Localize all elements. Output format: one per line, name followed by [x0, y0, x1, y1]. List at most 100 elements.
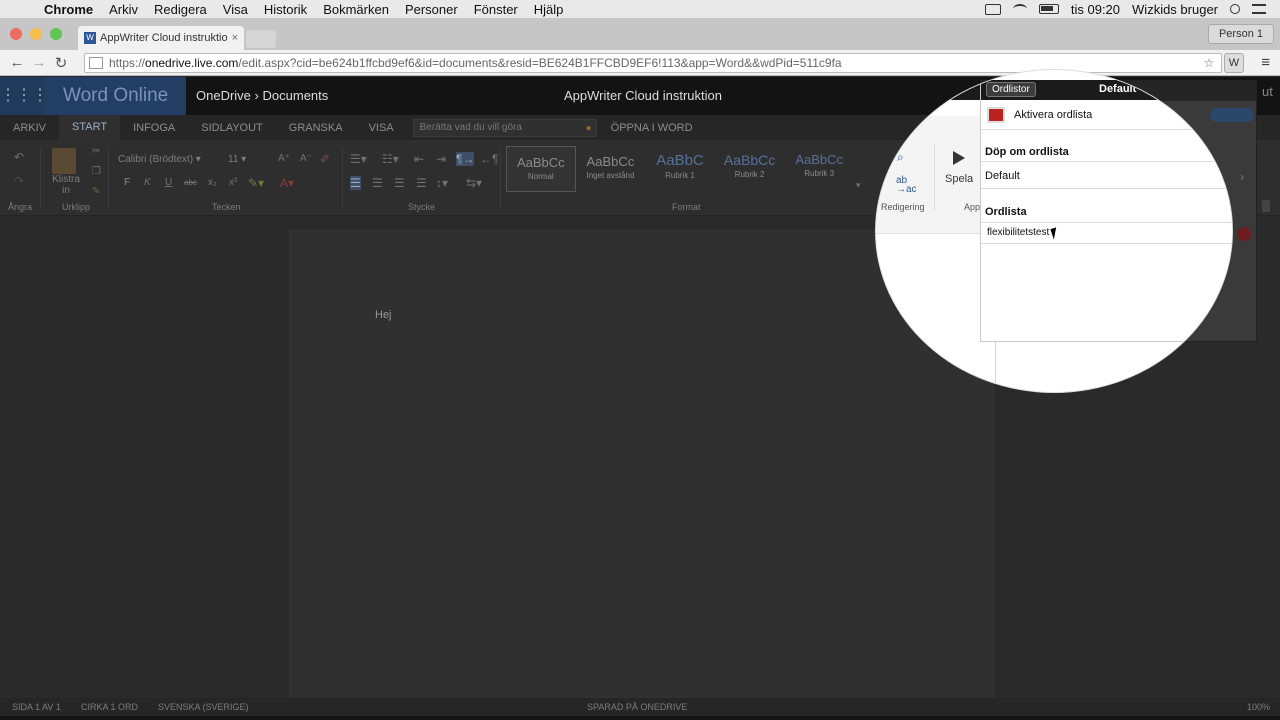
open-in-word-button[interactable]: ÖPPNA I WORD	[603, 122, 701, 134]
tab-start[interactable]: START	[59, 115, 121, 140]
cut-icon[interactable]: ✂	[92, 146, 100, 157]
superscript-button[interactable]: x²	[229, 177, 237, 188]
italic-button[interactable]: K	[144, 177, 151, 188]
rtl-icon[interactable]: ←¶	[480, 152, 498, 166]
maximize-window-icon[interactable]	[50, 28, 62, 40]
document-text[interactable]: Hej	[375, 309, 392, 321]
status-page: SIDA 1 AV 1	[12, 702, 61, 712]
menu-fonster[interactable]: Fönster	[466, 2, 526, 17]
tab-sidlayout[interactable]: SIDLAYOUT	[188, 122, 276, 134]
font-size-dropdown[interactable]: 11 ▾	[228, 153, 268, 169]
justify-icon[interactable]: ☰	[416, 176, 427, 190]
menu-app-chrome[interactable]: Chrome	[36, 2, 101, 17]
battery-icon[interactable]	[1038, 4, 1059, 14]
spotlight-search-icon[interactable]	[1230, 4, 1240, 14]
decrease-indent-icon[interactable]: ⇤	[414, 152, 424, 166]
tab-infoga[interactable]: INFOGA	[120, 122, 188, 134]
line-spacing-icon[interactable]: ↕▾	[436, 176, 448, 190]
subscript-button[interactable]: x₂	[208, 177, 217, 188]
style-no-spacing[interactable]: AaBbCc Inget avstånd	[576, 146, 646, 192]
word-list-item[interactable]: flexibilitetstest	[987, 227, 1049, 238]
breadcrumb-documents[interactable]: Documents	[263, 88, 329, 103]
paragraph-spacing-icon[interactable]: ⇆▾	[466, 176, 482, 190]
dictionaries-back-button[interactable]: Ordlistor	[986, 82, 1036, 97]
underlay-edge: ut	[1262, 84, 1273, 99]
word-online-brand[interactable]: Word Online	[44, 77, 186, 115]
font-name-dropdown[interactable]: Calibri (Brödtext) ▾	[118, 153, 222, 169]
redo-icon[interactable]: ↷	[14, 174, 24, 188]
paste-label[interactable]: Klistra in	[48, 174, 84, 196]
increase-indent-icon[interactable]: ⇥	[436, 152, 446, 166]
close-tab-icon[interactable]: ×	[232, 32, 238, 44]
style-heading-2[interactable]: AaBbCc Rubrik 2	[715, 146, 785, 192]
back-arrow-icon[interactable]: ←	[6, 54, 28, 71]
tab-arkiv[interactable]: ARKIV	[0, 122, 59, 134]
browser-tab[interactable]: W AppWriter Cloud instruktio ×	[78, 26, 244, 50]
menu-hjalp[interactable]: Hjälp	[526, 2, 572, 17]
app-launcher-icon[interactable]: ⋮⋮⋮	[0, 77, 48, 115]
tab-granska[interactable]: GRANSKA	[276, 122, 356, 134]
menu-bokmarken[interactable]: Bokmärken	[315, 2, 397, 17]
menu-personer[interactable]: Personer	[397, 2, 466, 17]
bookmark-star-icon[interactable]: ☆	[1197, 56, 1221, 70]
document-title[interactable]: AppWriter Cloud instruktion	[564, 88, 722, 103]
replace-icon[interactable]: ab →ac	[896, 176, 917, 195]
numbering-icon[interactable]: ☷▾	[382, 152, 399, 166]
tab-visa[interactable]: VISA	[356, 122, 407, 134]
menu-historik[interactable]: Historik	[256, 2, 315, 17]
status-words[interactable]: CIRKA 1 ORD	[81, 702, 138, 712]
status-zoom[interactable]: 100%	[1247, 702, 1270, 712]
divider	[40, 148, 41, 210]
breadcrumb-onedrive[interactable]: OneDrive	[196, 88, 251, 103]
dictionary-name-field[interactable]: Default	[985, 170, 1020, 182]
format-painter-icon[interactable]: ✎	[92, 186, 100, 197]
bold-button[interactable]: F	[124, 177, 130, 188]
menu-redigera[interactable]: Redigera	[146, 2, 215, 17]
menu-arkiv[interactable]: Arkiv	[101, 2, 146, 17]
remove-word-icon[interactable]	[1237, 227, 1251, 241]
align-center-icon[interactable]: ☰	[372, 176, 383, 190]
shrink-font-icon[interactable]: A⁻	[300, 153, 312, 164]
menu-visa[interactable]: Visa	[215, 2, 256, 17]
styles-more-icon[interactable]: ▾	[856, 180, 861, 191]
grow-font-icon[interactable]: A⁺	[278, 153, 290, 164]
align-right-icon[interactable]: ☰	[394, 176, 405, 190]
forward-arrow-icon[interactable]: →	[28, 54, 50, 71]
notification-center-icon[interactable]	[1252, 4, 1266, 14]
font-color-icon[interactable]: A▾	[280, 176, 294, 190]
copy-icon[interactable]: ❐	[92, 166, 101, 177]
clock[interactable]: tis 09:20	[1071, 2, 1120, 17]
underline-button[interactable]: U	[165, 177, 172, 188]
style-heading-1[interactable]: AaBbC Rubrik 1	[645, 146, 715, 192]
clear-formatting-icon[interactable]: ✐	[320, 152, 330, 166]
paste-clipboard-icon[interactable]	[52, 148, 76, 174]
ltr-icon[interactable]: ¶→	[456, 152, 475, 166]
close-window-icon[interactable]	[10, 28, 22, 40]
tell-me-input[interactable]: Berätta vad du vill göra ●	[412, 118, 597, 137]
highlight-icon[interactable]: ✎▾	[248, 176, 264, 190]
minimize-window-icon[interactable]	[30, 28, 42, 40]
wifi-icon[interactable]	[1012, 4, 1027, 14]
chrome-menu-icon[interactable]: ≡	[1261, 54, 1270, 71]
scrollbar-handle[interactable]	[1262, 200, 1270, 212]
bullets-icon[interactable]: ☰▾	[350, 152, 367, 166]
style-heading-3[interactable]: AaBbCc Rubrik 3	[784, 146, 854, 192]
lens-document	[876, 234, 996, 392]
appwriter-dictionary-panel: Ordlistor Default Nytt ord Aktivera ordl…	[980, 80, 1232, 342]
play-icon[interactable]	[953, 151, 965, 165]
play-button-label[interactable]: Spela	[945, 173, 973, 185]
status-language[interactable]: SVENSKA (SVERIGE)	[158, 702, 249, 712]
reload-icon[interactable]: ↻	[50, 54, 72, 72]
url-text[interactable]: https://onedrive.live.com/edit.aspx?cid=…	[109, 56, 1197, 70]
appwriter-logo-icon	[987, 107, 1005, 123]
undo-icon[interactable]: ↶	[14, 150, 24, 164]
profile-button[interactable]: Person 1	[1207, 24, 1274, 44]
user-name[interactable]: Wizkids bruger	[1132, 2, 1218, 17]
find-icon[interactable]: ⌕	[897, 150, 904, 165]
strikethrough-button[interactable]: abc	[184, 178, 197, 187]
screen-mirroring-icon[interactable]	[984, 3, 1001, 15]
style-normal[interactable]: AaBbCc Normal	[506, 146, 576, 192]
new-tab-button[interactable]	[246, 30, 276, 48]
align-left-icon[interactable]: ☰	[350, 176, 361, 190]
new-word-button[interactable]: Nytt ord	[1207, 82, 1232, 108]
